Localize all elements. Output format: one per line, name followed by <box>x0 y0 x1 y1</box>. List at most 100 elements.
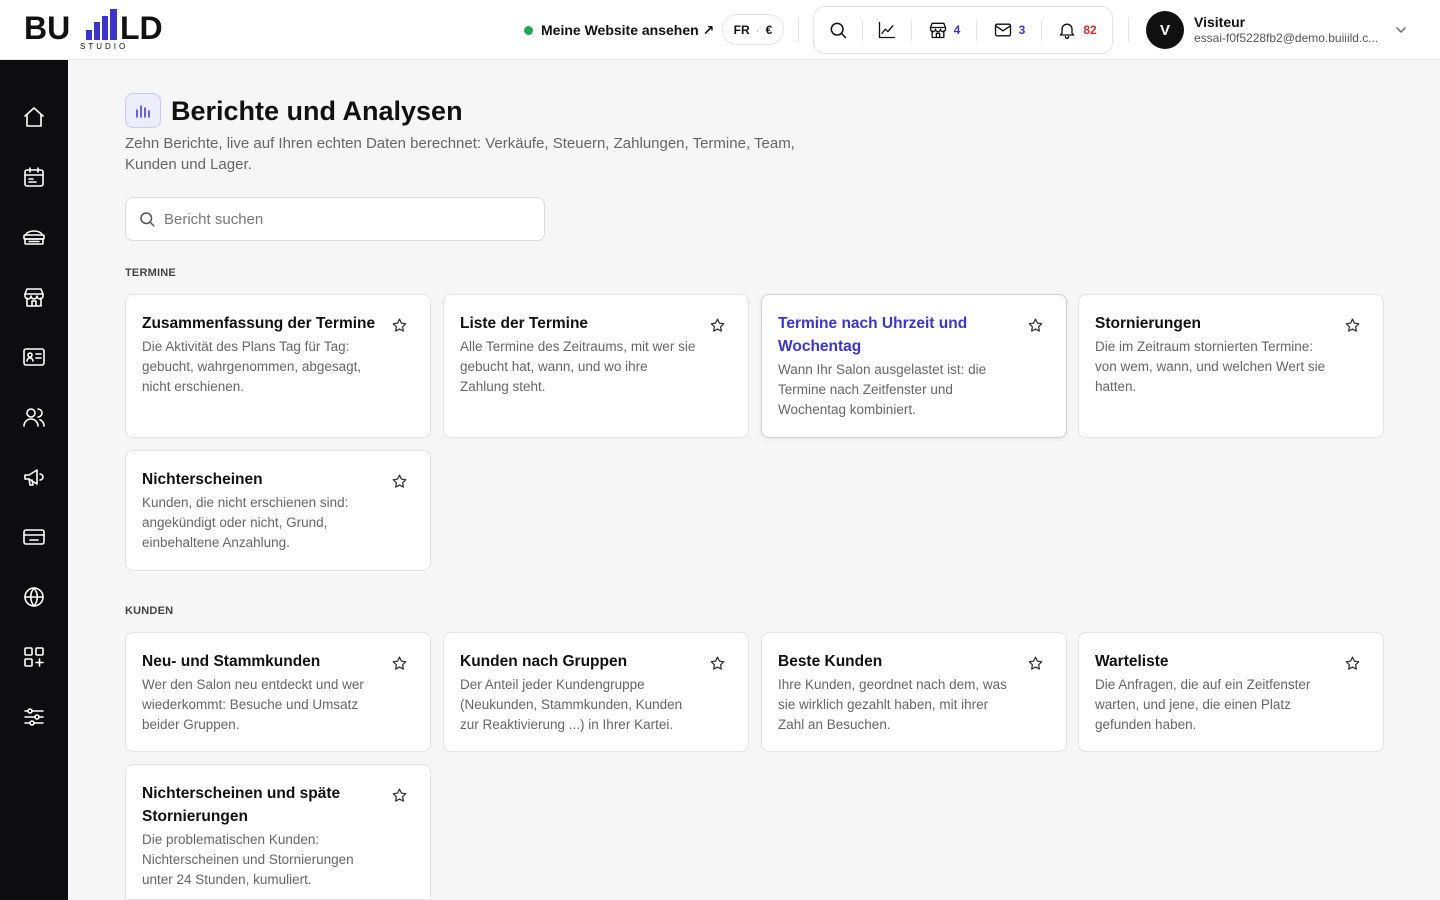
messages-count: 3 <box>1018 23 1026 37</box>
svg-text:LD: LD <box>120 10 163 46</box>
sidebar-item-payments[interactable] <box>22 525 46 549</box>
report-card[interactable]: Nichterscheinen und späte Stornierungen … <box>125 764 431 900</box>
report-search[interactable] <box>125 197 545 241</box>
report-card[interactable]: Beste Kunden Ihre Kunden, geordnet nach … <box>761 632 1067 752</box>
apps-icon <box>24 647 44 667</box>
chevron-down-icon[interactable] <box>1393 22 1409 38</box>
view-website-label: Meine Website ansehen ↗ <box>541 21 715 38</box>
chart-line-icon <box>878 21 896 39</box>
report-card[interactable]: Termine nach Uhrzeit und Wochentag Wann … <box>761 294 1067 438</box>
report-card[interactable]: Stornierungen Die im Zeitraum stornierte… <box>1078 294 1384 438</box>
section-label-kunden: KUNDEN <box>125 605 174 617</box>
store-icon <box>929 22 946 39</box>
globe-icon <box>24 587 44 607</box>
divider <box>1128 18 1129 42</box>
report-card-title: Nichterscheinen und späte Stornierungen <box>142 785 341 825</box>
favorite-star-icon[interactable] <box>391 787 408 804</box>
sidebar-item-home[interactable] <box>22 105 46 129</box>
bell-icon <box>1059 23 1075 39</box>
favorite-star-icon[interactable] <box>1027 655 1044 672</box>
sidebar-item-store[interactable] <box>22 285 46 309</box>
avatar: V <box>1146 11 1184 49</box>
notifications-button[interactable]: 82 <box>1042 7 1112 53</box>
report-card-description: Die problematischen Kunden: Nichterschei… <box>142 832 354 887</box>
report-card-title: Warteliste <box>1095 653 1169 670</box>
report-card-description: Ihre Kunden, geordnet nach dem, was sie … <box>778 677 1007 732</box>
favorite-star-icon[interactable] <box>1344 317 1361 334</box>
report-card-title: Liste der Termine <box>460 315 589 332</box>
favorite-star-icon[interactable] <box>709 317 726 334</box>
reports-button[interactable] <box>863 7 911 53</box>
user-email: essai-f0f5228fb2@demo.buiiild.c... <box>1194 31 1379 45</box>
sidebar-item-settings[interactable] <box>22 705 46 729</box>
report-card-title: Neu- und Stammkunden <box>142 653 321 670</box>
sidebar-item-contacts[interactable] <box>22 345 46 369</box>
settings-sliders-icon <box>24 708 44 726</box>
report-card-description: Der Anteil jeder Kundengruppe (Neukunden… <box>460 677 683 732</box>
sidebar-item-services[interactable] <box>22 225 46 249</box>
mail-icon <box>994 23 1011 37</box>
report-card[interactable]: Zusammenfassung der Termine Die Aktivitä… <box>125 294 431 438</box>
favorite-star-icon[interactable] <box>709 655 726 672</box>
view-website-link[interactable]: Meine Website ansehen ↗ <box>524 20 714 40</box>
report-card-title: Termine nach Uhrzeit und Wochentag <box>778 315 968 355</box>
sidebar-item-website[interactable] <box>22 585 46 609</box>
user-menu[interactable]: V Visiteur essai-f0f5228fb2@demo.buiiild… <box>1146 10 1386 50</box>
sidebar-item-marketing[interactable] <box>22 465 46 489</box>
page-title: Berichte und Analysen <box>171 96 463 126</box>
report-card[interactable]: Warteliste Die Anfragen, die auf ein Zei… <box>1078 632 1384 752</box>
search-button[interactable] <box>814 7 862 53</box>
report-card[interactable]: Kunden nach Gruppen Der Anteil jeder Kun… <box>443 632 749 752</box>
sidebar-item-calendar[interactable] <box>22 165 46 189</box>
favorite-star-icon[interactable] <box>391 655 408 672</box>
user-name: Visiteur <box>1194 14 1246 30</box>
language-currency-selector[interactable]: FR · € <box>722 14 784 45</box>
report-card[interactable]: Liste der Termine Alle Termine des Zeitr… <box>443 294 749 438</box>
report-card[interactable]: Nichterscheinen Kunden, die nicht erschi… <box>125 450 431 571</box>
sidebar-item-apps[interactable] <box>22 645 46 669</box>
report-card-title: Kunden nach Gruppen <box>460 653 628 670</box>
store-button[interactable]: 4 <box>912 7 976 53</box>
report-card-description: Die Anfragen, die auf ein Zeitfenster wa… <box>1095 677 1311 732</box>
top-bar: BU LD STUDIO Meine Website ansehen ↗ FR … <box>0 0 1440 60</box>
contact-card-icon <box>23 348 45 366</box>
favorite-star-icon[interactable] <box>391 317 408 334</box>
report-card-title: Stornierungen <box>1095 315 1201 332</box>
separator-dot: · <box>755 22 760 37</box>
logo-subtitle: STUDIO <box>80 42 129 51</box>
home-icon <box>24 107 44 127</box>
reports-title-icon <box>125 93 161 128</box>
page-description: Zehn Berichte, live auf Ihren echten Dat… <box>125 135 795 173</box>
search-icon <box>140 212 155 227</box>
toolbar-group: 4 3 82 <box>813 6 1113 54</box>
payment-card-icon <box>23 529 45 545</box>
sidebar <box>0 60 68 900</box>
section-label-termine: TERMINE <box>125 267 176 279</box>
report-card-title: Nichterscheinen <box>142 471 263 488</box>
megaphone-icon <box>24 469 44 486</box>
store-icon <box>24 288 44 307</box>
svg-text:BU: BU <box>24 10 70 46</box>
favorite-star-icon[interactable] <box>1027 317 1044 334</box>
report-search-input[interactable] <box>164 210 524 228</box>
report-card-title: Zusammenfassung der Termine <box>142 315 376 332</box>
report-card[interactable]: Neu- und Stammkunden Wer den Salon neu e… <box>125 632 431 752</box>
sidebar-item-team[interactable] <box>22 405 46 429</box>
services-icon <box>23 230 45 245</box>
language-code: FR <box>733 22 750 37</box>
divider <box>798 18 799 42</box>
messages-button[interactable]: 3 <box>977 7 1041 53</box>
report-card-description: Wann Ihr Salon ausgelastet ist: die Term… <box>778 362 987 417</box>
store-count: 4 <box>953 23 961 37</box>
brand-logo[interactable]: BU LD STUDIO <box>24 8 184 52</box>
users-icon <box>23 408 45 427</box>
search-icon <box>830 22 847 39</box>
notifications-count: 82 <box>1083 23 1097 37</box>
online-status-dot <box>524 25 533 35</box>
calendar-icon <box>24 167 44 187</box>
favorite-star-icon[interactable] <box>1344 655 1361 672</box>
favorite-star-icon[interactable] <box>391 473 408 490</box>
report-card-description: Wer den Salon neu entdeckt und wer wiede… <box>142 677 364 732</box>
report-card-description: Die Aktivität des Plans Tag für Tag: geb… <box>142 339 362 394</box>
bar-chart-icon <box>136 104 150 118</box>
